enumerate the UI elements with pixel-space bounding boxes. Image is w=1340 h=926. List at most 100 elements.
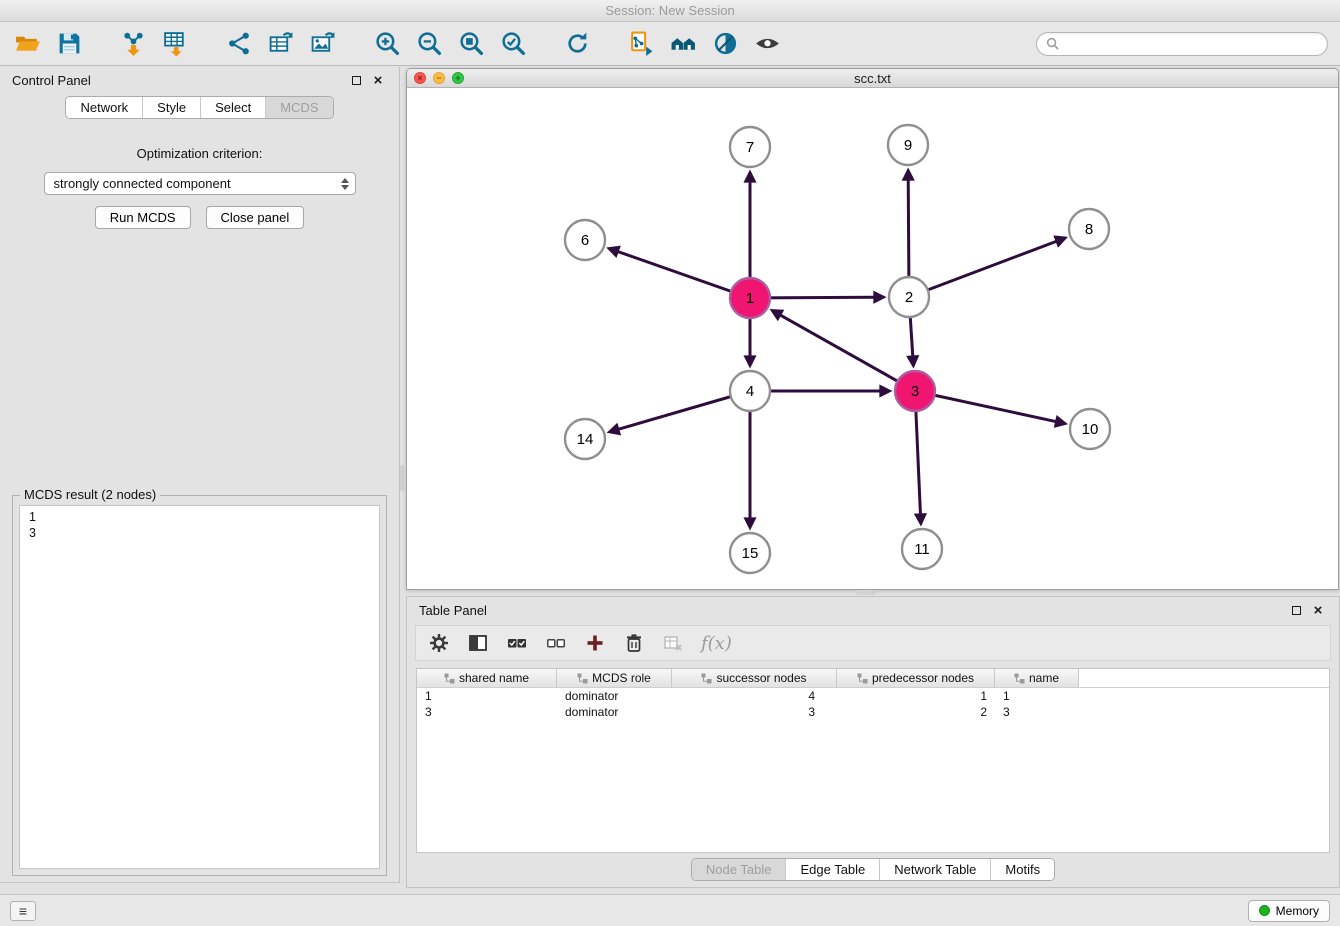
export-table-icon (268, 30, 295, 57)
mcds-result-list[interactable]: 13 (19, 505, 380, 869)
close-glyph: × (417, 74, 422, 83)
column-header-shared-name[interactable]: shared name (417, 669, 557, 687)
delete-table-button[interactable] (662, 632, 684, 654)
float-table-panel-button[interactable] (1287, 602, 1305, 620)
graph-edge-2-8[interactable] (909, 241, 1056, 297)
table-cell: 2 (837, 704, 995, 720)
zoom-selected-button[interactable] (496, 27, 530, 61)
run-mcds-button[interactable]: Run MCDS (95, 206, 191, 229)
graph-node-3[interactable]: 3 (895, 371, 935, 411)
criterion-select[interactable]: strongly connected component (44, 172, 356, 195)
tab-network[interactable]: Network (66, 97, 142, 118)
style-button[interactable] (708, 27, 742, 61)
column-type-icon (444, 673, 455, 684)
delete-column-button[interactable] (623, 632, 645, 654)
home-button[interactable] (666, 27, 700, 61)
unselect-all-button[interactable] (545, 632, 567, 654)
table-settings-button[interactable] (428, 632, 450, 654)
search-box[interactable] (1036, 32, 1328, 56)
zoom-out-button[interactable] (412, 27, 446, 61)
export-table-button[interactable] (264, 27, 298, 61)
import-network-button[interactable] (116, 27, 150, 61)
graph-node-11[interactable]: 11 (902, 529, 942, 569)
table-cell: 3 (417, 704, 557, 720)
network-share-icon (226, 30, 253, 57)
close-table-panel-button[interactable]: × (1309, 602, 1327, 620)
table-row[interactable]: 3dominator323 (417, 704, 1329, 720)
graph-node-4[interactable]: 4 (730, 371, 770, 411)
panel-toggle-button[interactable]: ≡ (10, 901, 36, 921)
save-session-button[interactable] (52, 27, 86, 61)
column-label: successor nodes (716, 671, 806, 685)
clone-network-button[interactable] (624, 27, 658, 61)
table-cell: 1 (417, 688, 557, 704)
column-label: MCDS role (592, 671, 651, 685)
table-panel-title: Table Panel (419, 603, 487, 618)
column-header-MCDS-role[interactable]: MCDS role (557, 669, 672, 687)
network-canvas[interactable]: 7 9 6 8 1 2 4 3 14 10 15 11 (407, 88, 1338, 589)
node-table: shared name MCDS role successor nodes prede… (416, 668, 1330, 853)
graph-node-label: 2 (905, 289, 913, 306)
zoom-fit-button[interactable] (454, 27, 488, 61)
table-tab-network-table[interactable]: Network Table (879, 859, 990, 880)
graph-node-9[interactable]: 9 (888, 125, 928, 165)
column-header-successor-nodes[interactable]: successor nodes (672, 669, 837, 687)
function-builder-button[interactable]: f(x) (701, 633, 732, 654)
table-tab-edge-table[interactable]: Edge Table (785, 859, 879, 880)
vertical-splitter[interactable] (400, 465, 405, 491)
search-input[interactable] (1064, 36, 1318, 51)
memory-button[interactable]: Memory (1248, 900, 1330, 922)
horizontal-splitter[interactable] (856, 590, 876, 595)
graph-node-1[interactable]: 1 (730, 278, 770, 318)
table-tab-motifs[interactable]: Motifs (990, 859, 1054, 880)
export-image-button[interactable] (306, 27, 340, 61)
graph-node-2[interactable]: 2 (889, 277, 929, 317)
graph-node-14[interactable]: 14 (565, 419, 605, 459)
graph-node-7[interactable]: 7 (730, 127, 770, 167)
graph-node-15[interactable]: 15 (730, 533, 770, 573)
network-window: × − + scc.txt 7968124314101511 (406, 68, 1339, 590)
tab-mcds[interactable]: MCDS (265, 97, 332, 118)
graph-edge-3-1[interactable] (780, 315, 915, 391)
menu-icon: ≡ (19, 904, 27, 918)
graph-node-6[interactable]: 6 (565, 220, 605, 260)
show-hide-button[interactable] (750, 27, 784, 61)
window-minimize-button[interactable]: − (433, 72, 445, 84)
table-cell: 3 (672, 704, 837, 720)
plus-icon (585, 633, 605, 653)
table-tab-node-table[interactable]: Node Table (692, 859, 786, 880)
mcds-result-box: MCDS result (2 nodes) 13 (12, 495, 387, 876)
graph-edge-3-10[interactable] (915, 391, 1056, 422)
select-all-button[interactable] (506, 632, 528, 654)
open-session-button[interactable] (10, 27, 44, 61)
table-row[interactable]: 1dominator411 (417, 688, 1329, 704)
table-cell: 1 (837, 688, 995, 704)
window-close-button[interactable]: × (414, 72, 426, 84)
status-bar: ≡ Memory (0, 894, 1340, 926)
float-icon (1292, 606, 1301, 615)
column-header-predecessor-nodes[interactable]: predecessor nodes (837, 669, 995, 687)
new-network-button[interactable] (222, 27, 256, 61)
import-table-button[interactable] (158, 27, 192, 61)
graph-node-label: 4 (746, 383, 754, 400)
graph-node-8[interactable]: 8 (1069, 209, 1109, 249)
close-panel-button[interactable]: × (369, 72, 387, 90)
network-graph[interactable]: 7 9 6 8 1 2 4 3 14 10 15 11 (407, 88, 1338, 589)
close-panel-action-button[interactable]: Close panel (206, 206, 305, 229)
tab-select[interactable]: Select (200, 97, 265, 118)
select-all-icon (507, 633, 527, 653)
window-zoom-button[interactable]: + (452, 72, 464, 84)
column-label: name (1029, 671, 1059, 685)
column-header-name[interactable]: name (995, 669, 1079, 687)
add-column-button[interactable] (584, 632, 606, 654)
zoom-in-icon (374, 30, 401, 57)
graph-node-label: 14 (577, 431, 594, 448)
graph-node-10[interactable]: 10 (1070, 409, 1110, 449)
criterion-value: strongly connected component (54, 176, 231, 191)
show-columns-button[interactable] (467, 632, 489, 654)
tab-style[interactable]: Style (142, 97, 200, 118)
zoom-in-button[interactable] (370, 27, 404, 61)
column-label: shared name (459, 671, 529, 685)
float-panel-button[interactable] (347, 72, 365, 90)
apply-layout-button[interactable] (560, 27, 594, 61)
